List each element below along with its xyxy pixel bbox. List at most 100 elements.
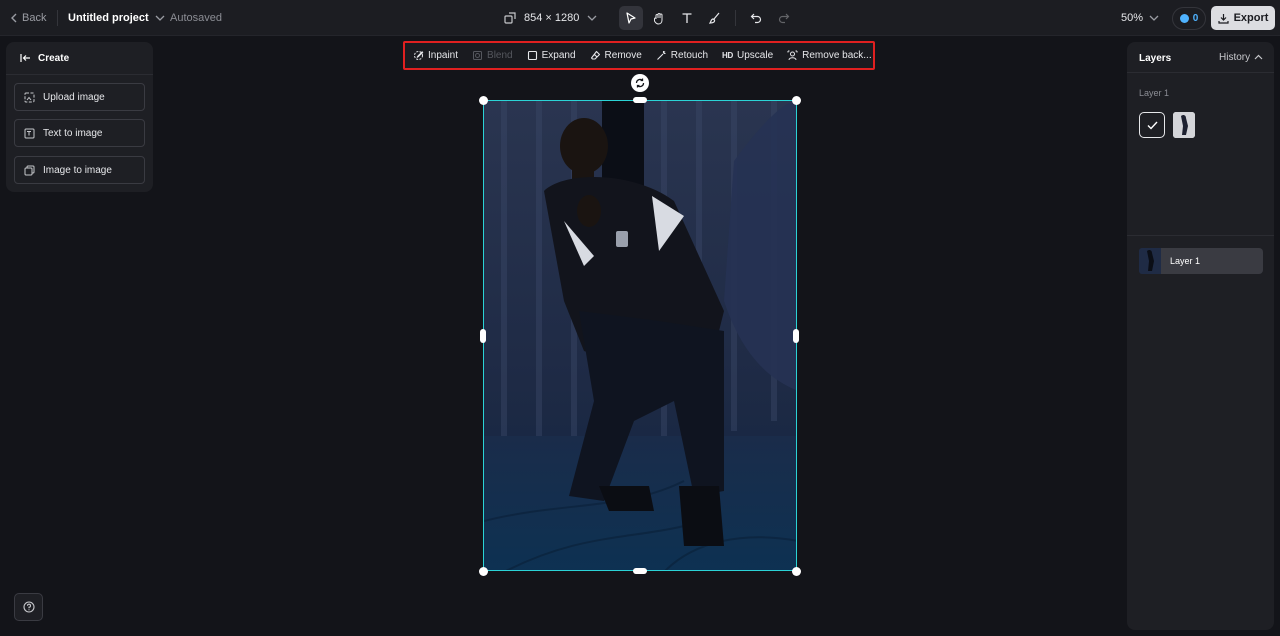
hd-icon: HD xyxy=(722,51,733,60)
divider xyxy=(6,74,153,75)
rotate-icon xyxy=(635,78,645,88)
image-to-image-button[interactable]: Image to image xyxy=(14,156,145,184)
create-title: Create xyxy=(38,52,70,64)
undo-button[interactable] xyxy=(744,6,768,30)
divider xyxy=(1127,235,1274,236)
redo-icon xyxy=(778,13,790,24)
help-button[interactable] xyxy=(14,593,43,621)
eraser-icon xyxy=(590,50,600,60)
back-label: Back xyxy=(22,12,47,24)
chevron-up-icon xyxy=(1254,54,1263,60)
redo-button[interactable] xyxy=(772,6,796,30)
credits-badge[interactable]: 0 xyxy=(1172,7,1206,30)
canvas-image[interactable] xyxy=(483,100,797,571)
upscale-button[interactable]: HD Upscale xyxy=(722,50,773,61)
thumbnail-image xyxy=(1139,248,1161,274)
resize-handle-left[interactable] xyxy=(480,329,486,343)
layer-thumbnail xyxy=(1139,248,1161,274)
select-tool[interactable] xyxy=(619,6,643,30)
retouch-label: Retouch xyxy=(670,50,709,61)
layers-panel: Layers History Layer 1 Layer 1 xyxy=(1127,42,1274,630)
remove-background-label: Remove back... xyxy=(802,50,872,61)
export-button[interactable]: Export xyxy=(1211,6,1275,30)
expand-label: Expand xyxy=(541,50,576,61)
download-icon xyxy=(1217,13,1229,24)
create-panel: Create Upload image Text to image Image … xyxy=(6,42,153,192)
back-button[interactable]: Back xyxy=(10,0,46,36)
rotate-handle[interactable] xyxy=(631,74,649,92)
upload-image-icon xyxy=(24,92,35,102)
retouch-button[interactable]: Retouch xyxy=(656,50,708,61)
hand-tool[interactable] xyxy=(647,6,671,30)
export-label: Export xyxy=(1233,12,1269,24)
help-icon xyxy=(22,601,35,613)
text-to-image-button[interactable]: Text to image xyxy=(14,119,145,147)
blend-button[interactable]: Blend xyxy=(472,50,513,61)
remove-label: Remove xyxy=(604,50,642,61)
resize-handle-right[interactable] xyxy=(793,329,799,343)
expand-icon xyxy=(527,50,537,61)
project-name-menu[interactable]: Untitled project xyxy=(68,0,165,36)
resize-icon xyxy=(504,12,516,24)
upload-image-button[interactable]: Upload image xyxy=(14,83,145,111)
check-icon xyxy=(1147,121,1158,130)
history-label: History xyxy=(1219,52,1251,63)
undo-icon xyxy=(750,13,762,24)
credit-icon xyxy=(1179,14,1189,23)
resize-handle-bottom[interactable] xyxy=(633,568,647,574)
expand-button[interactable]: Expand xyxy=(527,50,576,61)
text-icon xyxy=(682,13,692,23)
inpaint-label: Inpaint xyxy=(428,50,459,61)
canvas-size: 854 × 1280 xyxy=(524,12,580,24)
blend-label: Blend xyxy=(487,50,513,61)
inpaint-icon xyxy=(414,51,424,60)
text-to-image-label: Text to image xyxy=(43,127,103,139)
image-edit-toolbar: Inpaint Blend Expand Remove Retouch HD U… xyxy=(403,41,875,70)
image-to-image-label: Image to image xyxy=(43,164,112,176)
autosave-status: Autosaved xyxy=(170,12,222,24)
upload-image-label: Upload image xyxy=(43,91,105,103)
chevron-down-icon xyxy=(155,15,165,21)
top-bar: Back Untitled project Autosaved 854 × 12… xyxy=(0,0,1280,36)
history-group-label: Layer 1 xyxy=(1139,88,1170,98)
remove-background-button[interactable]: Remove back... xyxy=(787,50,872,61)
text-to-image-icon xyxy=(24,128,35,138)
brush-tool[interactable] xyxy=(703,6,727,30)
history-toggle[interactable]: History xyxy=(1219,52,1263,63)
brush-icon xyxy=(709,12,720,24)
project-name: Untitled project xyxy=(68,12,149,24)
zoom-level: 50% xyxy=(1121,12,1144,24)
thumbnail-image xyxy=(1173,112,1195,138)
history-thumbnail[interactable] xyxy=(1173,112,1195,138)
resize-handle-top-right[interactable] xyxy=(792,96,801,105)
chevron-down-icon xyxy=(587,15,597,21)
canvas-size-menu[interactable]: 854 × 1280 xyxy=(504,0,597,36)
tool-group xyxy=(619,0,796,36)
layer-item[interactable]: Layer 1 xyxy=(1139,248,1263,274)
resize-handle-top-left[interactable] xyxy=(479,96,488,105)
remove-button[interactable]: Remove xyxy=(590,50,642,61)
chevron-down-icon xyxy=(1149,15,1159,21)
photo-person-crouching xyxy=(484,101,796,570)
divider xyxy=(1127,72,1274,73)
create-panel-header[interactable]: Create xyxy=(20,52,69,64)
layers-title: Layers xyxy=(1139,53,1172,64)
credit-count: 0 xyxy=(1192,13,1199,24)
resize-handle-bottom-left[interactable] xyxy=(479,567,488,576)
text-tool[interactable] xyxy=(675,6,699,30)
layer-name: Layer 1 xyxy=(1170,256,1201,266)
image-to-image-icon xyxy=(24,165,35,175)
chevron-left-icon xyxy=(11,13,17,23)
collapse-left-icon xyxy=(20,54,30,62)
inpaint-button[interactable]: Inpaint xyxy=(413,50,458,61)
cursor-icon xyxy=(626,12,636,24)
history-item-selected[interactable] xyxy=(1139,112,1165,138)
blend-icon xyxy=(473,51,483,60)
wand-icon xyxy=(656,51,666,60)
resize-handle-bottom-right[interactable] xyxy=(792,567,801,576)
zoom-menu[interactable]: 50% xyxy=(1121,0,1159,36)
resize-handle-top[interactable] xyxy=(633,97,647,103)
divider xyxy=(735,10,736,26)
upscale-label: Upscale xyxy=(737,50,774,61)
hand-icon xyxy=(653,12,662,25)
